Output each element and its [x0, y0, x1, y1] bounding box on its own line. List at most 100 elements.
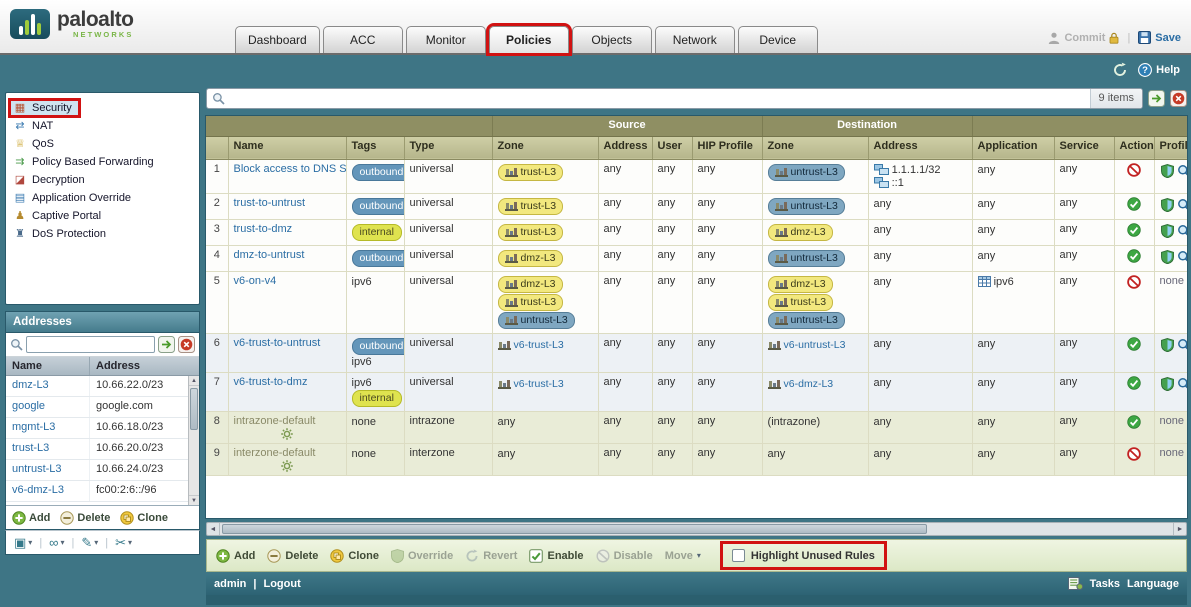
tab-network[interactable]: Network — [655, 26, 735, 53]
rule-row-1[interactable]: 1Block access to DNS S...outboundunivers… — [206, 159, 1188, 193]
rules-filter-input[interactable] — [230, 90, 1085, 107]
zone-tag[interactable]: v6-dmz-L3 — [768, 377, 834, 392]
disable-button[interactable]: Disable — [596, 549, 653, 563]
address-row[interactable]: dmz-L310.66.22.0/23 — [6, 376, 199, 397]
tab-dashboard[interactable]: Dashboard — [235, 26, 320, 53]
tab-acc[interactable]: ACC — [323, 26, 403, 53]
tag-internal[interactable]: internal — [352, 224, 402, 241]
enable-button[interactable]: Enable — [529, 549, 583, 563]
zone-tag[interactable]: dmz-L3 — [498, 276, 563, 293]
address-row[interactable]: mgmt-L310.66.18.0/23 — [6, 418, 199, 439]
column-header-application[interactable]: Application — [972, 136, 1054, 159]
column-header-address[interactable]: Address — [90, 357, 146, 375]
tag-outbound[interactable]: outbound — [352, 338, 405, 355]
delete-button[interactable]: Delete — [267, 549, 318, 563]
zone-tag[interactable]: v6-untrust-L3 — [768, 338, 846, 353]
rule-row-6[interactable]: 6v6-trust-to-untrustoutboundipv6universa… — [206, 333, 1188, 372]
rule-row-2[interactable]: 2trust-to-untrustoutbounduniversaltrust-… — [206, 193, 1188, 219]
tab-policies[interactable]: Policies — [489, 26, 569, 53]
address-row[interactable]: untrust-L310.66.24.0/23 — [6, 460, 199, 481]
revert-button[interactable]: Revert — [465, 549, 517, 563]
column-header-dst-zone[interactable]: Zone — [762, 136, 868, 159]
sidebar-item-dos-protection[interactable]: ♜DoS Protection — [9, 226, 196, 244]
rule-name-link[interactable]: intrazone-default — [234, 415, 316, 427]
column-header-action[interactable]: Action — [1114, 136, 1154, 159]
tab-monitor[interactable]: Monitor — [406, 26, 486, 53]
zone-tag[interactable]: untrust-L3 — [768, 164, 845, 181]
objects-tool-button[interactable]: ▣▾ — [14, 536, 32, 549]
horizontal-scrollbar[interactable]: ◄ ► — [206, 522, 1187, 536]
scroll-down-arrow[interactable]: ▼ — [189, 495, 199, 505]
scroll-up-arrow[interactable]: ▲ — [189, 376, 199, 386]
scroll-right-arrow[interactable]: ► — [1173, 523, 1186, 535]
tag-outbound[interactable]: outbound — [352, 250, 405, 267]
rule-name-link[interactable]: v6-trust-to-dmz — [234, 376, 308, 388]
addresses-search-input[interactable] — [26, 336, 155, 353]
column-header-src-zone[interactable]: Zone — [492, 136, 598, 159]
sidebar-item-nat[interactable]: ⇄NAT — [9, 118, 196, 136]
sidebar-item-qos[interactable]: ♕QoS — [9, 136, 196, 154]
sidebar-item-application-override[interactable]: ▤Application Override — [9, 190, 196, 208]
delete-button[interactable]: Delete — [60, 511, 110, 525]
column-header-src-address[interactable]: Address — [598, 136, 652, 159]
column-header-service[interactable]: Service — [1054, 136, 1114, 159]
logout-link[interactable]: Logout — [263, 578, 300, 590]
tag-internal[interactable]: internal — [352, 390, 402, 407]
groups-tool-button[interactable]: ∞▾ — [49, 536, 64, 549]
sidebar-item-captive-portal[interactable]: ♟Captive Portal — [9, 208, 196, 226]
column-header-name[interactable]: Name — [228, 136, 346, 159]
zone-tag[interactable]: trust-L3 — [498, 164, 564, 181]
rule-row-7[interactable]: 7v6-trust-to-dmzipv6internaluniversalv6-… — [206, 372, 1188, 411]
help-button[interactable]: ? Help — [1138, 63, 1180, 77]
highlight-unused-rules-toggle[interactable]: Highlight Unused Rules — [723, 544, 884, 567]
clear-address-filter-button[interactable] — [178, 336, 195, 353]
refresh-button[interactable] — [1112, 62, 1128, 78]
rule-name-link[interactable]: v6-trust-to-untrust — [234, 337, 321, 349]
edit-tool-button[interactable]: ✎▾ — [81, 536, 98, 549]
clone-button[interactable]: Clone — [330, 549, 379, 563]
column-header-dst-address[interactable]: Address — [868, 136, 972, 159]
tab-objects[interactable]: Objects — [572, 26, 652, 53]
rule-name-link[interactable]: dmz-to-untrust — [234, 249, 305, 261]
column-header-name[interactable]: Name — [6, 357, 90, 375]
sidebar-item-decryption[interactable]: ◪Decryption — [9, 172, 196, 190]
column-header-type[interactable]: Type — [404, 136, 492, 159]
zone-tag[interactable]: trust-L3 — [498, 224, 564, 241]
tab-device[interactable]: Device — [738, 26, 818, 53]
zone-tag[interactable]: untrust-L3 — [498, 312, 575, 329]
address-row[interactable]: v6-dmz-L3fc00:2:6::/96 — [6, 481, 199, 502]
column-header-profile[interactable]: Profile — [1154, 136, 1188, 159]
rule-row-4[interactable]: 4dmz-to-untrustoutbounduniversaldmz-L3an… — [206, 245, 1188, 271]
rule-name-link[interactable]: trust-to-dmz — [234, 223, 293, 235]
rule-row-3[interactable]: 3trust-to-dmzinternaluniversaltrust-L3an… — [206, 219, 1188, 245]
settings-tool-button[interactable]: ✂▾ — [115, 536, 132, 549]
zone-tag[interactable]: v6-trust-L3 — [498, 377, 564, 392]
column-header-tags[interactable]: Tags — [346, 136, 404, 159]
clone-button[interactable]: Clone — [120, 511, 168, 525]
column-header-hip[interactable]: HIP Profile — [692, 136, 762, 159]
zone-tag[interactable]: untrust-L3 — [768, 250, 845, 267]
add-button[interactable]: Add — [216, 549, 255, 563]
apply-rules-filter-button[interactable] — [1148, 90, 1165, 107]
save-button[interactable]: Save — [1138, 31, 1181, 44]
rule-row-9[interactable]: 9interzone-defaultnoneinterzoneanyanyany… — [206, 443, 1188, 475]
rule-name-link[interactable]: interzone-default — [234, 447, 316, 459]
zone-tag[interactable]: v6-trust-L3 — [498, 338, 564, 353]
rule-name-link[interactable]: trust-to-untrust — [234, 197, 306, 209]
rule-row-5[interactable]: 5v6-on-v4ipv6universaldmz-L3trust-L3untr… — [206, 271, 1188, 333]
zone-tag[interactable]: untrust-L3 — [768, 198, 845, 215]
sidebar-item-policy-based-forwarding[interactable]: ⇉Policy Based Forwarding — [9, 154, 196, 172]
zone-tag[interactable]: trust-L3 — [498, 198, 564, 215]
apply-address-filter-button[interactable] — [158, 336, 175, 353]
language-button[interactable]: Language — [1127, 578, 1179, 590]
rule-row-8[interactable]: 8intrazone-defaultnoneintrazoneanyanyany… — [206, 411, 1188, 443]
sidebar-item-security[interactable]: ▦Security — [9, 100, 196, 118]
zone-tag[interactable]: dmz-L3 — [498, 250, 563, 267]
tasks-button[interactable]: Tasks — [1090, 578, 1120, 590]
move-button[interactable]: Move▾ — [665, 550, 701, 562]
commit-button[interactable]: Commit — [1048, 32, 1119, 44]
addresses-scrollbar[interactable]: ▲ ▼ — [188, 376, 199, 505]
address-row[interactable]: googlegoogle.com — [6, 397, 199, 418]
scroll-thumb[interactable] — [190, 388, 198, 430]
zone-tag[interactable]: dmz-L3 — [768, 276, 833, 293]
